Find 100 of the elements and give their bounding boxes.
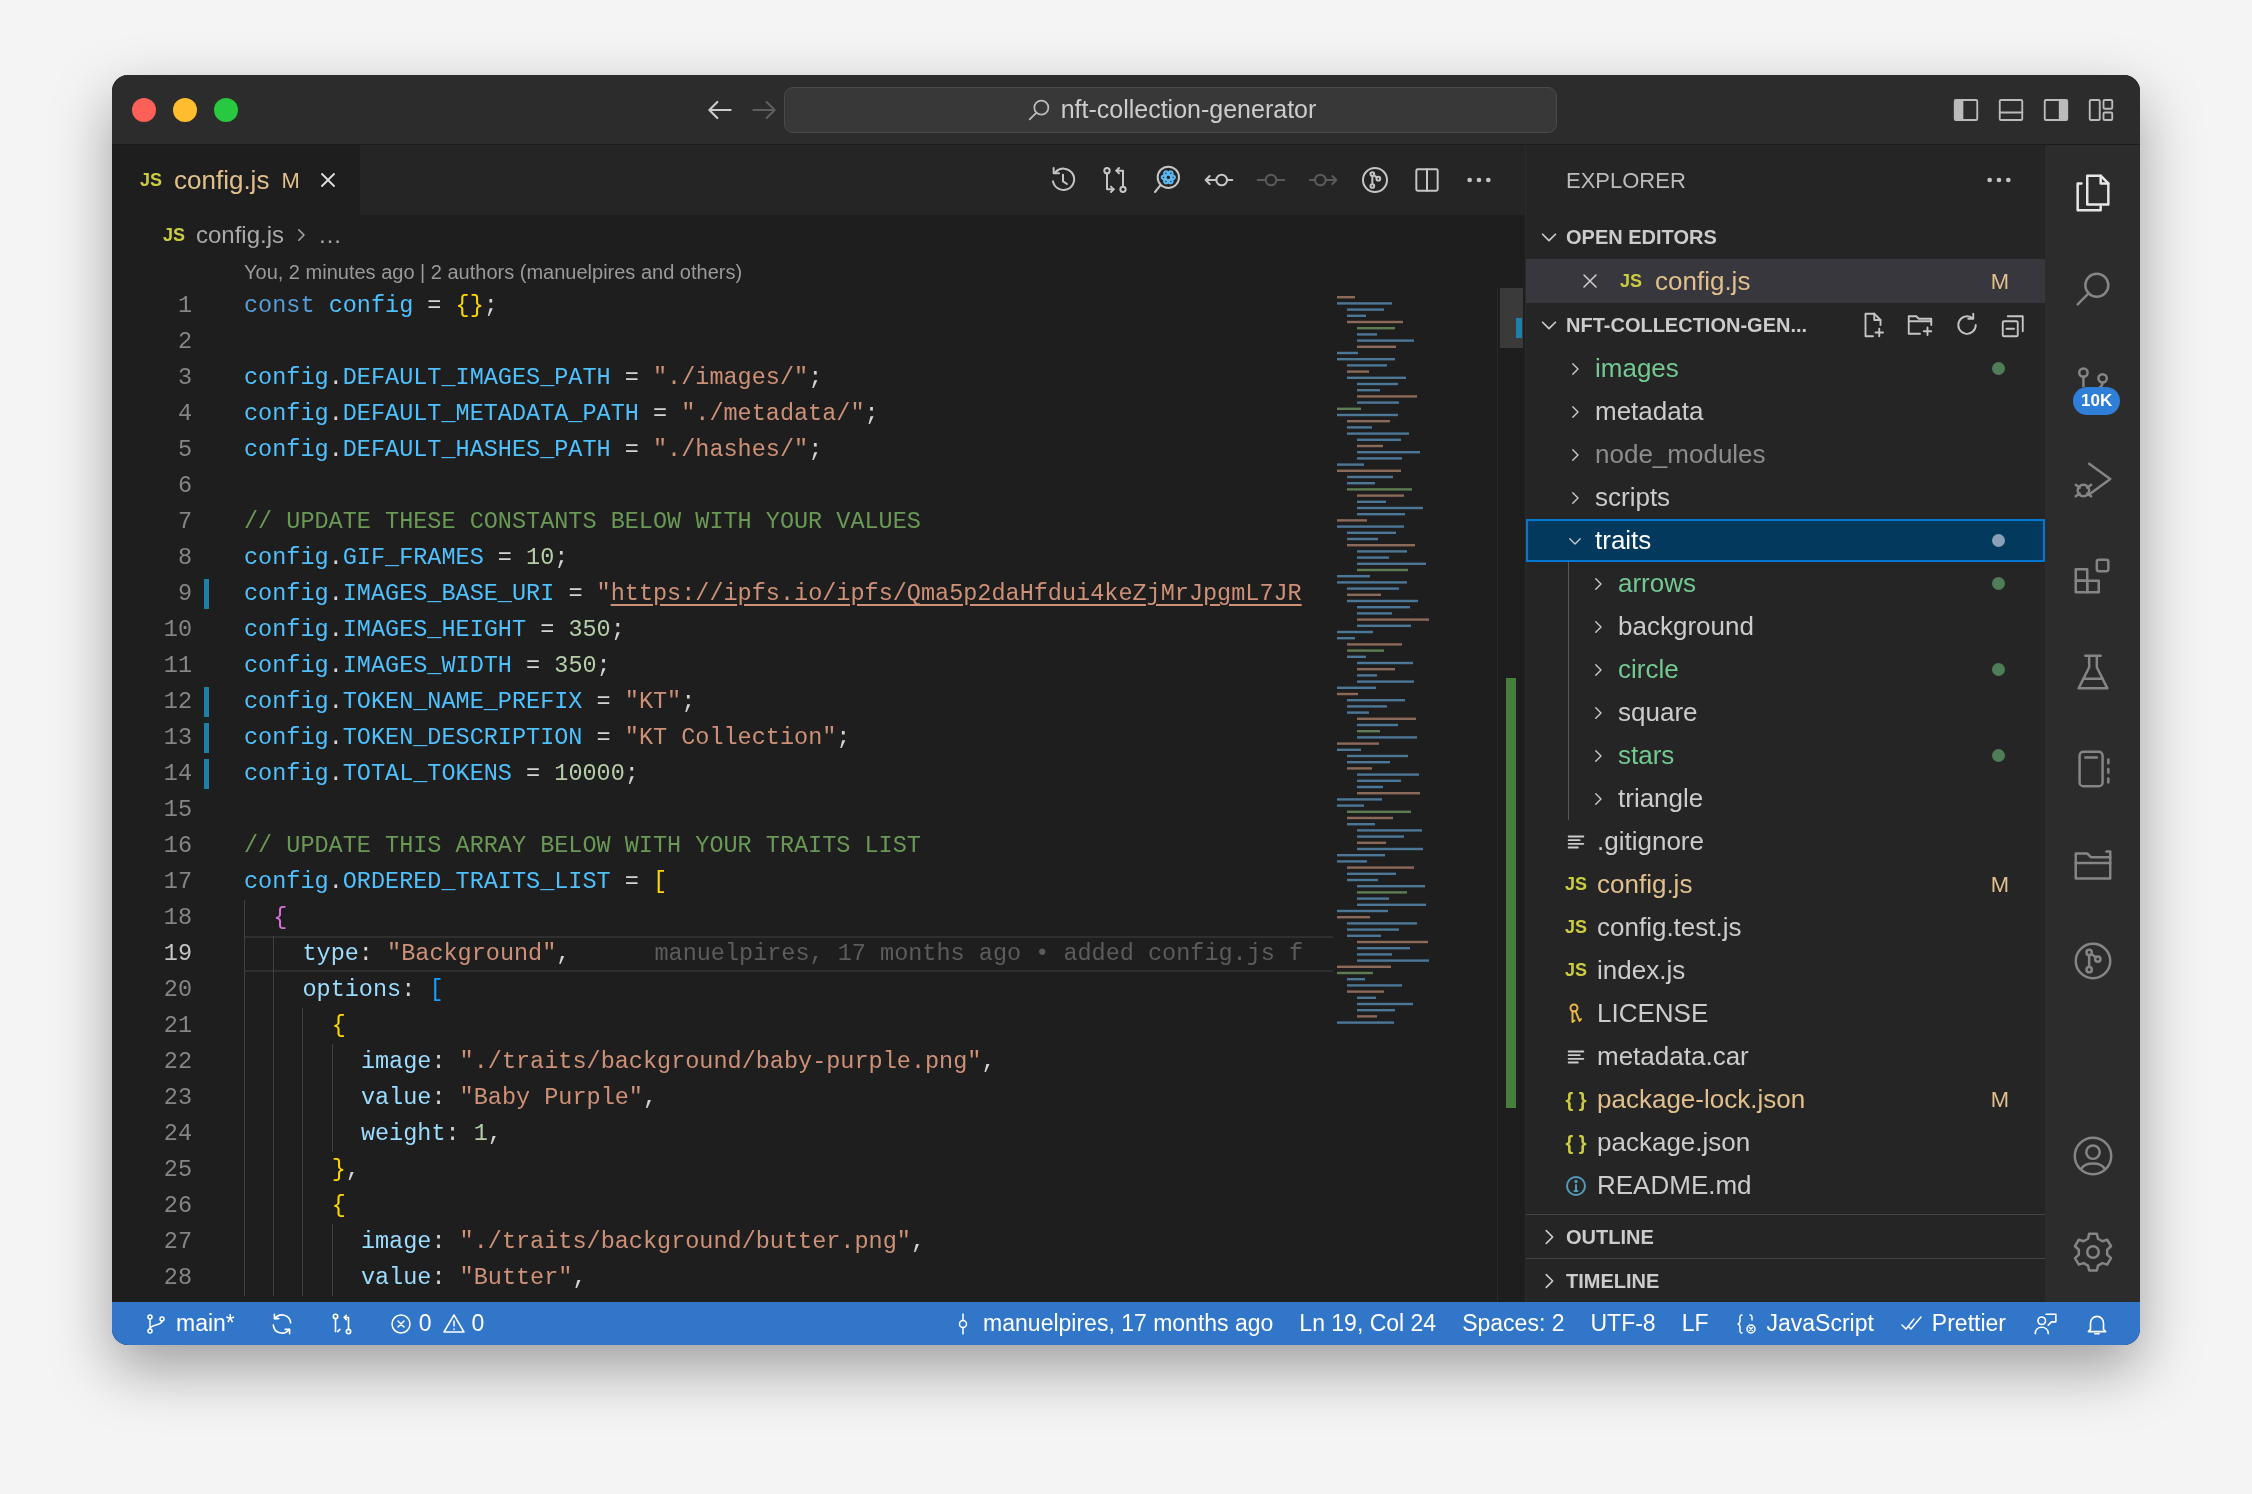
code-line: image: "./traits/background/butter.png", <box>244 1224 925 1260</box>
line-number: 12 <box>162 687 192 717</box>
tree-item[interactable]: stars <box>1569 734 2045 777</box>
code-line: config.DEFAULT_HASHES_PATH = "./hashes/"; <box>244 435 823 465</box>
tree-item[interactable]: circle <box>1569 648 2045 691</box>
sidebar-title: EXPLORER <box>1566 166 1686 195</box>
json-file-icon: { } <box>1562 1084 1590 1115</box>
js-file-icon: JS <box>1562 914 1590 941</box>
line-number: 18 <box>162 903 192 933</box>
code-line: config.TOKEN_DESCRIPTION = "KT Collection"; <box>244 723 851 753</box>
inline-blame: manuelpires, 17 months ago • added config.js f <box>654 939 1304 970</box>
code-line: config.IMAGES_WIDTH = 350; <box>244 651 611 681</box>
line-number: 11 <box>162 651 192 681</box>
tree-item[interactable]: images <box>1526 347 2045 390</box>
line-number: 16 <box>162 831 192 861</box>
code-line: { <box>244 900 288 936</box>
tree-item[interactable]: JS index.js <box>1526 949 2045 992</box>
section-header[interactable]: NFT-COLLECTION-GEN... <box>1566 310 1808 340</box>
error-icon <box>388 1311 413 1336</box>
status-item[interactable]: LF <box>1681 1306 1709 1341</box>
line-number: 3 <box>176 363 192 393</box>
line-number: 27 <box>162 1227 192 1257</box>
code-line: { <box>244 1188 346 1224</box>
breadcrumb-item[interactable]: … <box>318 217 343 253</box>
breadcrumb-item[interactable]: JS config.js <box>162 217 285 253</box>
formatter-item[interactable]: Prettier <box>1899 1306 2006 1341</box>
open-editor-item[interactable]: JS config.js M <box>1526 259 2045 303</box>
code-line: config.DEFAULT_METADATA_PATH = "./metadata/"; <box>244 399 879 429</box>
code-line: { <box>244 1008 346 1044</box>
line-number: 5 <box>176 435 192 465</box>
git-status-label: M <box>1990 267 2009 296</box>
code-line: config.DEFAULT_IMAGES_PATH = "./images/"; <box>244 363 823 393</box>
language-icon <box>1734 1311 1759 1336</box>
code-line: config.ORDERED_TRAITS_LIST = [ <box>244 867 668 897</box>
tree-item[interactable]: LICENSE <box>1526 992 2045 1035</box>
editor-tab[interactable]: JS config.js M <box>112 145 360 215</box>
window-minimize-button[interactable] <box>173 97 197 122</box>
js-file-icon: JS <box>162 221 186 249</box>
tree-item[interactable]: background <box>1569 605 2045 648</box>
line-number: 19 <box>162 939 192 969</box>
git-status-label: M <box>1990 1086 2009 1114</box>
tree-item[interactable]: square <box>1569 691 2045 734</box>
code-line: const config = {}; <box>244 291 498 321</box>
status-item[interactable]: UTF-8 <box>1590 1306 1656 1341</box>
section-header[interactable]: TIMELINE <box>1566 1265 1660 1296</box>
tree-item[interactable]: README.md <box>1526 1164 2045 1207</box>
js-file-icon: JS <box>1562 957 1590 984</box>
line-number: 28 <box>162 1263 192 1293</box>
line-number: 21 <box>162 1011 192 1041</box>
git-status-label: M <box>281 166 300 195</box>
tree-item[interactable]: metadata.car <box>1526 1035 2045 1078</box>
line-number: 7 <box>176 507 192 537</box>
status-item[interactable]: Spaces: 2 <box>1462 1306 1565 1341</box>
count-badge: 10K <box>2073 387 2121 415</box>
code-line: config.TOKEN_NAME_PREFIX = "KT"; <box>244 687 696 717</box>
code-line: image: "./traits/background/baby-purple.png", <box>244 1044 996 1080</box>
language-item[interactable]: JavaScript <box>1734 1306 1874 1341</box>
code-line: config.GIF_FRAMES = 10; <box>244 543 569 573</box>
line-number: 4 <box>176 399 192 429</box>
atom-search-icon[interactable] <box>1151 164 1183 196</box>
tree-item[interactable]: scripts <box>1526 476 2045 519</box>
line-number: 1 <box>176 291 192 321</box>
section-header[interactable]: OPEN EDITORS <box>1566 222 1717 252</box>
blame-item[interactable]: manuelpires, 17 months ago <box>951 1306 1274 1341</box>
tree-item[interactable]: metadata <box>1526 390 2045 433</box>
problems-item[interactable]: 0 0 <box>388 1306 485 1341</box>
line-number: 24 <box>162 1119 192 1149</box>
line-number: 17 <box>162 867 192 897</box>
tree-item[interactable]: JS config.test.js <box>1526 906 2045 949</box>
code-line: config.IMAGES_HEIGHT = 350; <box>244 615 625 645</box>
tree-item[interactable]: JS config.js M <box>1526 863 2045 906</box>
tree-item[interactable]: { } package-lock.json M <box>1526 1078 2045 1121</box>
json-file-icon: { } <box>1562 1127 1590 1158</box>
code-line: }, <box>244 1152 360 1188</box>
window-close-button[interactable] <box>132 97 156 122</box>
git-status-label: M <box>1990 871 2009 899</box>
tree-item[interactable]: triangle <box>1569 777 2045 820</box>
code-line: value: "Butter", <box>244 1260 587 1296</box>
tree-item[interactable]: traits <box>1526 519 2045 562</box>
git-graph-icon[interactable] <box>1359 164 1391 196</box>
section-header[interactable]: OUTLINE <box>1566 1221 1654 1252</box>
js-file-icon: JS <box>1618 267 1644 295</box>
line-number: 9 <box>176 579 192 609</box>
code-line: config.IMAGES_BASE_URI = "https://ipfs.io/ipfs/Qma5p2daHfdui4keZjMrJpgmL7JR <box>244 579 1302 609</box>
line-number: 25 <box>162 1155 192 1185</box>
line-number: 23 <box>162 1083 192 1113</box>
tree-item[interactable]: node_modules <box>1526 433 2045 476</box>
code-line: // UPDATE THIS ARRAY BELOW WITH YOUR TRAITS LIST <box>244 831 921 861</box>
codelens-blame[interactable]: You, 2 minutes ago | 2 authors (manuelpires and others) <box>244 256 743 287</box>
tree-item[interactable]: arrows <box>1569 562 2045 605</box>
line-number: 13 <box>162 723 192 753</box>
command-center-search[interactable]: nft-collection-generator <box>784 86 1557 133</box>
tree-item[interactable]: { } package.json <box>1526 1121 2045 1164</box>
feedback-icon[interactable] <box>2032 1310 2058 1337</box>
status-item[interactable]: Ln 19, Col 24 <box>1299 1306 1437 1341</box>
branch-item[interactable]: main* <box>144 1306 235 1341</box>
tree-item[interactable]: .gitignore <box>1526 820 2045 863</box>
js-file-icon: JS <box>138 166 164 194</box>
line-number: 2 <box>176 327 192 357</box>
window-zoom-button[interactable] <box>214 97 238 122</box>
